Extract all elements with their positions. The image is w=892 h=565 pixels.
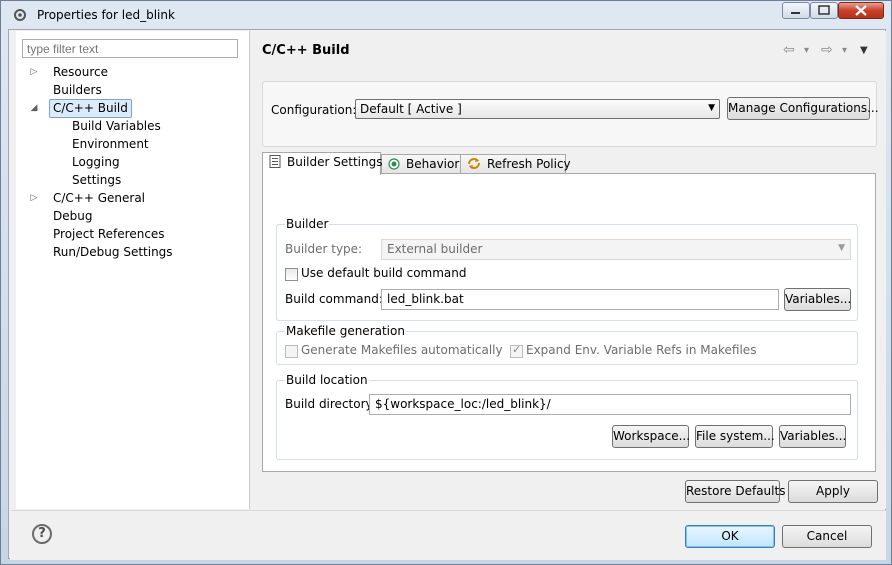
tree-item-label: Resource <box>53 65 109 79</box>
file-system-button[interactable]: File system... <box>695 425 775 448</box>
tree-item-label: Settings <box>72 173 122 187</box>
use-default-checkbox[interactable] <box>285 268 298 281</box>
title-bar: Properties for led_blink <box>1 1 891 29</box>
group-title: Makefile generation <box>285 324 406 338</box>
manage-configurations-button[interactable]: Manage Configurations... <box>727 97 879 120</box>
expand-icon[interactable]: ▷ <box>29 64 39 81</box>
build-command-input[interactable]: led_blink.bat <box>381 289 779 310</box>
tab-refresh-policy[interactable]: Refresh Policy <box>460 154 571 174</box>
tree-item-label: Debug <box>53 209 93 223</box>
configuration-label: Configuration: <box>271 103 357 117</box>
use-default-label[interactable]: Use default build command <box>301 266 467 280</box>
apply-button[interactable]: Apply <box>788 480 878 503</box>
cancel-button[interactable]: Cancel <box>782 525 872 548</box>
properties-page: C/C++ Build ⇦ ▾ ⇨ ▾ ▼ Configuration: Def… <box>250 31 886 509</box>
expand-env-checkbox: ✓ <box>510 343 523 358</box>
makefile-group: Makefile generation Generate Makefiles a… <box>276 324 858 365</box>
help-icon[interactable]: ? <box>32 524 52 544</box>
build-directory-label: Build directory: <box>285 397 376 411</box>
minimize-button[interactable] <box>782 2 810 19</box>
build-command-label: Build command: <box>285 292 383 306</box>
builder-type-label: Builder type: <box>285 242 363 256</box>
tree-item-label: Logging <box>72 155 120 169</box>
view-menu-icon[interactable]: ▼ <box>860 45 868 56</box>
restore-defaults-button[interactable]: Restore Defaults <box>685 480 785 503</box>
refresh-icon <box>468 158 480 169</box>
generate-makefiles-label: Generate Makefiles automatically <box>301 343 503 357</box>
tab-builder-settings[interactable]: Builder Settings <box>262 152 383 175</box>
close-icon <box>855 5 867 16</box>
dropdown-arrow-icon: ▼ <box>838 243 845 253</box>
configuration-panel: Configuration: Default [ Active ] ▼ Mana… <box>262 81 879 147</box>
expand-env-label: Expand Env. Variable Refs in Makefiles <box>526 343 757 357</box>
forward-menu-icon[interactable]: ▾ <box>842 45 847 56</box>
page-title: C/C++ Build <box>262 43 350 58</box>
checkmark-icon: ✓ <box>512 343 522 356</box>
tree-item-label: C/C++ Build <box>49 99 132 118</box>
tree-item-label: Builders <box>53 83 102 97</box>
builder-type-value: External builder <box>387 242 483 256</box>
location-variables-button[interactable]: Variables... <box>779 425 846 448</box>
filter-input[interactable] <box>22 39 238 58</box>
group-title: Builder <box>285 217 330 231</box>
tab-behavior[interactable]: Behavior <box>381 154 461 174</box>
builder-variables-button[interactable]: Variables... <box>784 288 851 311</box>
expand-icon[interactable]: ▷ <box>29 190 39 207</box>
build-location-group: Build location Build directory: ${worksp… <box>276 373 858 460</box>
maximize-button[interactable] <box>810 2 838 19</box>
close-button[interactable] <box>838 2 884 19</box>
back-menu-icon[interactable]: ▾ <box>804 45 809 56</box>
tree-item-label: Project References <box>53 227 165 241</box>
configuration-value: Default [ Active ] <box>360 102 462 116</box>
tab-label: Behavior <box>406 157 460 171</box>
builder-type-select: External builder ▼ <box>381 239 851 260</box>
configuration-select[interactable]: Default [ Active ] ▼ <box>355 99 720 119</box>
tab-label: Refresh Policy <box>487 157 571 171</box>
radio-icon <box>388 158 400 170</box>
tree-item-label: C/C++ General <box>53 191 146 205</box>
group-title: Build location <box>285 373 369 387</box>
tree-item-label: Build Variables <box>72 119 161 133</box>
forward-arrow-icon[interactable]: ⇨ <box>821 42 833 58</box>
tab-label: Builder Settings <box>287 155 383 169</box>
navigation-pane: ▷ Resource Builders ◢ C/C++ Build Build … <box>16 31 250 509</box>
back-arrow-icon[interactable]: ⇦ <box>783 42 795 58</box>
tree-item-label: Environment <box>72 137 149 151</box>
window-title: Properties for led_blink <box>37 8 175 22</box>
minimize-icon <box>791 12 800 14</box>
document-icon <box>269 155 281 168</box>
builder-settings-panel: Builder Builder type: External builder ▼… <box>262 173 876 472</box>
properties-dialog: Properties for led_blink ▷ Resource Buil… <box>0 0 892 565</box>
dialog-button-bar: ? OK Cancel <box>10 510 886 560</box>
generate-makefiles-checkbox <box>285 345 298 358</box>
collapse-icon[interactable]: ◢ <box>29 100 39 117</box>
tree-item-label: Run/Debug Settings <box>53 245 173 259</box>
dialog-client-area: ▷ Resource Builders ◢ C/C++ Build Build … <box>8 29 886 560</box>
ok-button[interactable]: OK <box>685 525 775 548</box>
build-directory-input[interactable]: ${workspace_loc:/led_blink}/ <box>369 394 851 415</box>
builder-group-frame: Builder Builder type: External builder ▼… <box>276 217 858 321</box>
dropdown-arrow-icon: ▼ <box>708 103 715 113</box>
maximize-icon <box>818 5 830 15</box>
eclipse-app-icon <box>14 9 26 21</box>
workspace-button[interactable]: Workspace... <box>612 425 690 448</box>
